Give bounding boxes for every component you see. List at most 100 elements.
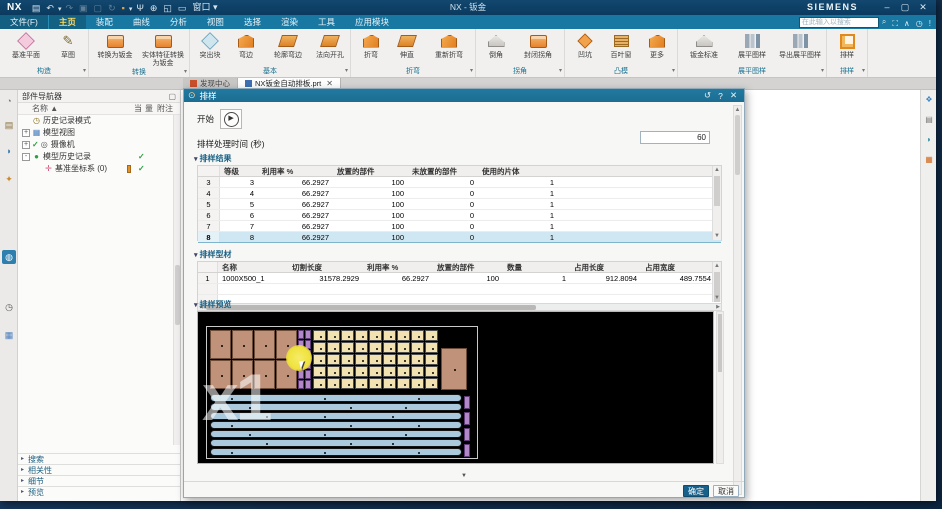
column-header-利用率 %[interactable]: 利用率 %	[258, 166, 333, 176]
nav-column-name[interactable]: 名称 ▲	[32, 103, 58, 115]
dialog-close-button[interactable]: ✕	[727, 90, 740, 101]
group-dropdown-icon[interactable]: ▾	[672, 66, 675, 77]
search-input[interactable]	[799, 17, 879, 28]
column-header-放置的部件[interactable]: 放置的部件	[333, 166, 408, 176]
column-header-名称[interactable]: 名称	[218, 262, 288, 272]
clipboard-icon[interactable]: ▤	[2, 118, 16, 132]
column-header-切割长度[interactable]: 切割长度	[288, 262, 363, 272]
menu-tab-曲线[interactable]: 曲线	[123, 15, 160, 29]
fullscreen-icon[interactable]: ⛶	[889, 19, 901, 28]
column-header-使用的片体[interactable]: 使用的片体	[478, 166, 558, 176]
ribbon-button-实体特征转换为钣金[interactable]: 实体特征转换为钣金	[140, 31, 186, 67]
ribbon-button-百叶窗[interactable]: 百叶窗	[604, 31, 638, 60]
preview-scrollbar[interactable]	[716, 311, 724, 464]
table-row[interactable]: 3366.292710001	[198, 177, 721, 188]
table-row[interactable]: 6666.292710001	[198, 210, 721, 221]
tree-item-基准坐标系 (0)[interactable]: ✛基准坐标系 (0)✓	[18, 163, 180, 175]
column-header-放置的部件[interactable]: 放置的部件	[433, 262, 503, 272]
part-navigator-icon[interactable]: ◍	[2, 250, 16, 264]
preview-section-header[interactable]: 排样预览	[194, 299, 231, 310]
column-header-占用宽度[interactable]: 占用宽度	[641, 262, 715, 272]
menu-tab-文件(F)[interactable]: 文件(F)	[0, 15, 49, 29]
ribbon-button-折弯[interactable]: 折弯	[354, 31, 388, 60]
column-header-数量[interactable]: 数量	[503, 262, 570, 272]
table-scrollbar[interactable]: ▲▼	[712, 166, 721, 240]
menu-tab-分析[interactable]: 分析	[160, 15, 197, 29]
menu-tab-视图[interactable]: 视图	[197, 15, 234, 29]
table-row[interactable]: 8866.292710001	[198, 232, 721, 243]
tree-item-模型视图[interactable]: +▦模型视图	[18, 127, 180, 139]
roles-icon[interactable]: ◔	[2, 94, 16, 108]
menu-tab-选择[interactable]: 选择	[234, 15, 271, 29]
ribbon-button-排样[interactable]: 排样	[830, 31, 864, 60]
new-sheet-icon[interactable]: ❖	[923, 94, 935, 106]
ok-button[interactable]: 确定	[683, 485, 709, 497]
tree-expand-icon[interactable]: +	[22, 129, 30, 137]
dialog-scrollbar[interactable]: ▲	[733, 105, 742, 495]
group-dropdown-icon[interactable]: ▾	[862, 66, 865, 77]
tree-item-摄像机[interactable]: +✓◎摄像机	[18, 139, 180, 151]
table-row[interactable]	[198, 284, 721, 295]
layers-icon[interactable]: ▤	[923, 114, 935, 126]
history-icon[interactable]: ◷	[913, 19, 926, 28]
ribbon-button-凹坑[interactable]: 凹坑	[568, 31, 602, 60]
cancel-button[interactable]: 取消	[713, 485, 739, 497]
table-row[interactable]: 4466.292710001	[198, 188, 721, 199]
column-header-等级[interactable]: 等级	[220, 166, 258, 176]
detach-panel-icon[interactable]: ▢	[168, 90, 176, 102]
reuse-library-icon[interactable]: ◗	[2, 144, 16, 158]
menu-tab-主页[interactable]: 主页	[49, 15, 86, 29]
menu-tab-装配[interactable]: 装配	[86, 15, 123, 29]
microphone-icon[interactable]: Ψ	[133, 3, 147, 13]
start-button[interactable]: ▶	[220, 109, 242, 129]
ribbon-button-草图[interactable]: ✎草图	[51, 31, 85, 60]
touch-mode-icon[interactable]: ⊕	[147, 3, 161, 13]
shell-tool-icon[interactable]: ◗	[923, 134, 935, 146]
ribbon-button-弯边[interactable]: 弯边	[229, 31, 263, 60]
notification-icon[interactable]: !	[926, 19, 934, 28]
ribbon-button-更多[interactable]: 更多	[640, 31, 674, 60]
ribbon-button-封闭拐角[interactable]: 封闭拐角	[515, 31, 561, 60]
history-palette-icon[interactable]: ◷	[2, 300, 16, 314]
dialog-collapse-arrow[interactable]: ▼	[461, 473, 467, 479]
group-dropdown-icon[interactable]: ▾	[821, 66, 824, 77]
tab-close-icon[interactable]: ✕	[326, 79, 333, 88]
process-studio-icon[interactable]: ▦	[2, 328, 16, 342]
navigator-scrollbar[interactable]	[173, 115, 180, 445]
search-icon[interactable]: ⌕	[879, 17, 889, 27]
ribbon-button-展平图样[interactable]: 展平图样	[729, 31, 775, 60]
column-header-占用长度[interactable]: 占用长度	[570, 262, 641, 272]
group-dropdown-icon[interactable]: ▾	[559, 66, 562, 77]
table-row[interactable]: 7766.292710001	[198, 221, 721, 232]
minimize-ribbon-icon[interactable]: ∧	[901, 19, 913, 28]
ribbon-button-轮廓弯边[interactable]: 轮廓弯边	[265, 31, 311, 60]
ribbon-button-转换为钣金[interactable]: 转换为钣金	[92, 31, 138, 60]
column-header-未放置的部件[interactable]: 未放置的部件	[408, 166, 478, 176]
pattern-tool-icon[interactable]: ▦	[923, 154, 935, 166]
profiles-section-header[interactable]: 排样型材	[194, 249, 231, 260]
hd3d-tools-icon[interactable]: ✦	[2, 172, 16, 186]
navigator-section-细节[interactable]: 细节	[18, 475, 180, 486]
template-swatch-icon[interactable]: ▪	[119, 3, 128, 13]
dialog-help-button[interactable]: ?	[714, 91, 727, 101]
nav-column-2[interactable]: 附注	[157, 103, 173, 115]
tree-expand-icon[interactable]: +	[22, 141, 30, 149]
window-icon[interactable]: ▭	[175, 3, 190, 13]
ribbon-button-基准平面[interactable]: 基准平面	[3, 31, 49, 60]
ribbon-button-伸直[interactable]: 伸直	[390, 31, 424, 60]
tree-item-模型历史记录[interactable]: -●模型历史记录✓	[18, 151, 180, 163]
menu-tab-应用模块[interactable]: 应用模块	[345, 15, 399, 29]
ribbon-button-突出块[interactable]: 突出块	[193, 31, 227, 60]
group-dropdown-icon[interactable]: ▾	[184, 67, 187, 78]
undo-icon[interactable]: ↶	[43, 3, 57, 13]
navigator-section-预览[interactable]: 预览	[18, 486, 180, 497]
navigator-section-相关性[interactable]: 相关性	[18, 464, 180, 475]
ribbon-button-导出展平图样[interactable]: 导出展平图样	[777, 31, 823, 60]
ribbon-button-重新折弯[interactable]: 重新折弯	[426, 31, 472, 60]
processing-time-input[interactable]	[640, 131, 710, 144]
group-dropdown-icon[interactable]: ▾	[345, 66, 348, 77]
ribbon-button-钣金标准[interactable]: 钣金标准	[681, 31, 727, 60]
dialog-reset-button[interactable]: ↺	[701, 90, 714, 101]
nav-column-0[interactable]: 当	[134, 103, 142, 115]
menu-tab-工具[interactable]: 工具	[308, 15, 345, 29]
